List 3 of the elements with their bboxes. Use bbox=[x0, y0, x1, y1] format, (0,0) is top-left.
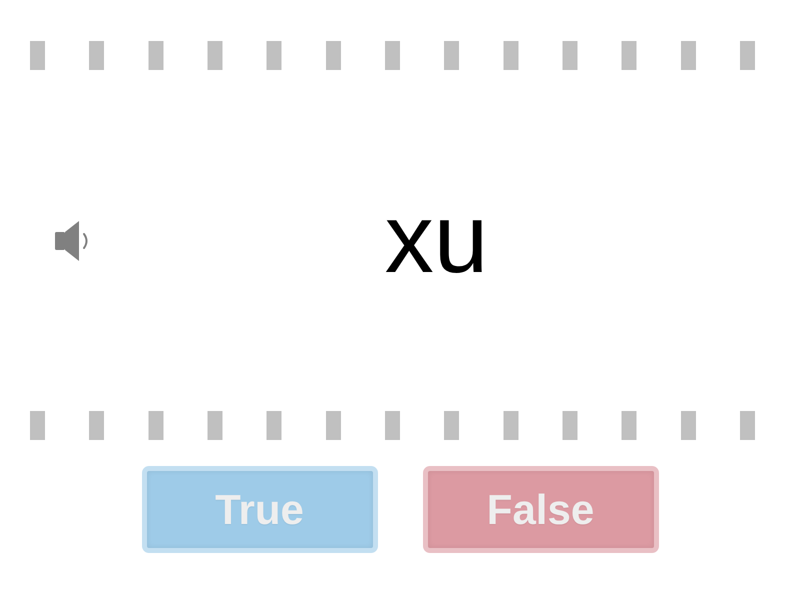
prompt-word: xu bbox=[384, 188, 488, 286]
answer-button[interactable]: False bbox=[422, 466, 658, 553]
answer-button[interactable]: True bbox=[142, 466, 378, 553]
